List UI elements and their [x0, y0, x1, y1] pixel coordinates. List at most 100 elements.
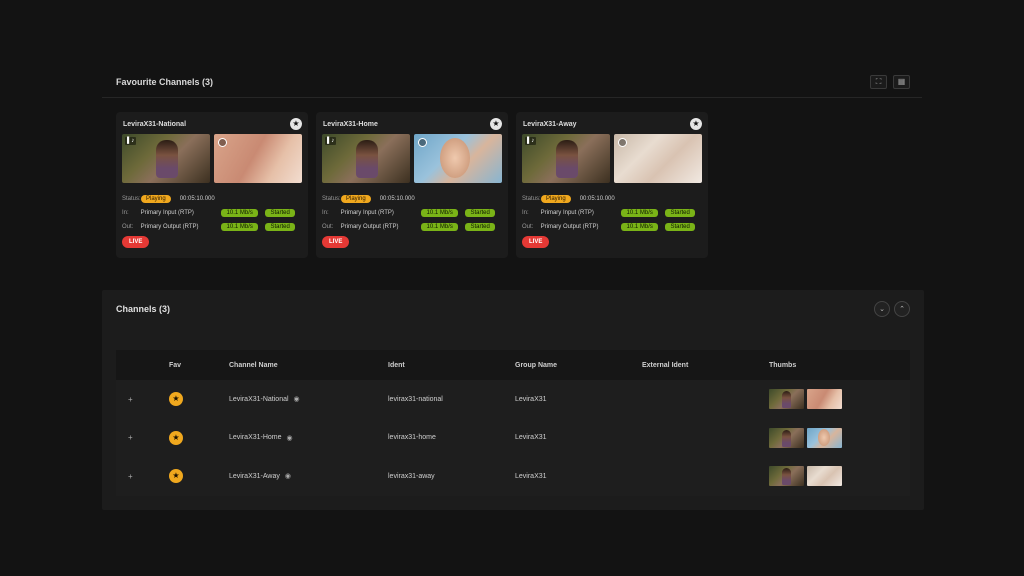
eye-icon[interactable]: ◉: [287, 434, 293, 442]
star-icon[interactable]: ★: [169, 469, 183, 484]
star-icon[interactable]: ★: [490, 118, 502, 130]
expand-row-icon[interactable]: +: [116, 433, 169, 442]
output-state-badge: Started: [465, 222, 495, 231]
channels-table: Fav Channel Name Ident Group Name Extern…: [116, 350, 910, 496]
output-label: Out:: [322, 223, 334, 230]
table-row[interactable]: + ★ LeviraX31-National ◉ levirax31-national L…: [116, 380, 910, 419]
video-thumbnail[interactable]: [769, 466, 804, 487]
favourite-channels-section: Favourite Channels (3) ⛶ ▦ LeviraX31-Nat…: [102, 66, 922, 258]
fullscreen-icon[interactable]: ⛶: [870, 74, 887, 89]
favourites-title: Favourite Channels (3): [116, 76, 214, 87]
column-fav[interactable]: Fav: [169, 362, 229, 369]
output-row: Out: Primary Output (RTP) 10.1 Mb/s Started: [522, 220, 702, 233]
channels-section: Channels (3) ⌄ ⌃ Fav Channel Name Ident …: [102, 290, 924, 510]
output-bitrate-badge: 10.1 Mb/s: [221, 222, 259, 231]
audio-icon: ▌♪: [525, 137, 537, 145]
channels-header: Channels (3) ⌄ ⌃: [102, 290, 924, 328]
status-badge: Playing: [541, 194, 571, 203]
card-channel-name[interactable]: LeviraX31-Home: [323, 121, 378, 128]
star-icon[interactable]: ★: [169, 392, 183, 407]
channels-title: Channels (3): [116, 304, 171, 314]
input-state-badge: Started: [465, 208, 495, 217]
playback-time: 00:05:10.000: [379, 195, 415, 202]
channel-name[interactable]: LeviraX31-Away: [229, 473, 280, 480]
output-label: Out:: [522, 223, 534, 230]
eye-icon[interactable]: ◉: [285, 472, 291, 480]
audio-icon: ▌♪: [125, 137, 137, 145]
video-thumbnail[interactable]: ▌♪: [322, 134, 410, 183]
playback-time: 00:05:10.000: [179, 195, 215, 202]
channel-ident: levirax31-national: [388, 395, 443, 403]
status-badge: Playing: [341, 194, 371, 203]
star-icon[interactable]: ★: [169, 430, 183, 445]
live-badge: LIVE: [122, 236, 150, 248]
video-thumbnail[interactable]: [214, 134, 302, 183]
channel-group: LeviraX31: [515, 472, 547, 480]
output-row: Out: Primary Output (RTP) 10.1 Mb/s Started: [322, 220, 502, 233]
column-ident[interactable]: Ident: [388, 362, 515, 369]
status-label: Status:: [322, 195, 341, 202]
chevron-down-icon[interactable]: ⌄: [874, 301, 890, 317]
audio-icon: ▌♪: [325, 137, 337, 145]
column-thumbs: Thumbs: [769, 361, 797, 369]
video-thumbnail[interactable]: [414, 134, 502, 183]
status-row: Status: Playing 00:05:10.000: [322, 192, 502, 205]
video-thumbnail[interactable]: ▌♪: [522, 134, 610, 183]
output-bitrate-badge: 10.1 Mb/s: [421, 222, 459, 231]
table-row[interactable]: + ★ LeviraX31-Away ◉ levirax31-away LeviraX31: [116, 457, 910, 496]
playback-time: 00:05:10.000: [579, 195, 615, 202]
status-badge: Playing: [141, 194, 171, 203]
channel-name[interactable]: LeviraX31-National: [229, 396, 289, 403]
video-thumbnail[interactable]: [807, 427, 842, 448]
card-channel-name[interactable]: LeviraX31-National: [123, 121, 186, 128]
input-row: In: Primary Input (RTP) 10.1 Mb/s Started: [322, 206, 502, 219]
table-header: Fav Channel Name Ident Group Name Extern…: [116, 350, 910, 380]
favourite-channel-card[interactable]: LeviraX31-National ★ ▌♪ Status: Playing 00:05…: [116, 112, 308, 258]
favourite-channel-card[interactable]: LeviraX31-Home ★ ▌♪ Status: Playing 00:05:10.…: [316, 112, 508, 258]
input-name: Primary Input (RTP): [140, 209, 194, 216]
input-bitrate-badge: 10.1 Mb/s: [221, 208, 259, 217]
star-icon[interactable]: ★: [690, 118, 702, 130]
expand-row-icon[interactable]: +: [116, 472, 169, 481]
input-label: In:: [322, 209, 329, 216]
column-group-name[interactable]: Group Name: [515, 362, 642, 369]
video-thumbnail[interactable]: [769, 389, 804, 410]
channel-name[interactable]: LeviraX31-Home: [229, 434, 282, 441]
output-state-badge: Started: [265, 222, 295, 231]
video-thumbnail[interactable]: [807, 389, 842, 410]
status-label: Status:: [522, 195, 541, 202]
channel-group: LeviraX31: [515, 395, 547, 403]
output-state-badge: Started: [665, 222, 695, 231]
record-icon: [218, 138, 227, 147]
output-name: Primary Output (RTP): [540, 223, 599, 230]
channel-group: LeviraX31: [515, 434, 547, 442]
output-bitrate-badge: 10.1 Mb/s: [621, 222, 659, 231]
video-thumbnail[interactable]: [807, 466, 842, 487]
video-thumbnail[interactable]: [614, 134, 702, 183]
video-thumbnail[interactable]: [769, 427, 804, 448]
input-state-badge: Started: [265, 208, 295, 217]
input-name: Primary Input (RTP): [540, 209, 594, 216]
favourite-channel-card[interactable]: LeviraX31-Away ★ ▌♪ Status: Playing 00:05:10.…: [516, 112, 708, 258]
table-row[interactable]: + ★ LeviraX31-Home ◉ levirax31-home LeviraX31: [116, 418, 910, 457]
expand-row-icon[interactable]: +: [116, 395, 169, 404]
card-channel-name[interactable]: LeviraX31-Away: [523, 121, 577, 128]
status-row: Status: Playing 00:05:10.000: [522, 192, 702, 205]
star-icon[interactable]: ★: [290, 118, 302, 130]
favourites-header: Favourite Channels (3) ⛶ ▦: [102, 66, 922, 98]
live-badge: LIVE: [322, 236, 350, 248]
status-row: Status: Playing 00:05:10.000: [122, 192, 302, 205]
record-icon: [618, 138, 627, 147]
grid-icon[interactable]: ▦: [893, 74, 910, 89]
chevron-up-icon[interactable]: ⌃: [894, 301, 910, 317]
column-external-ident[interactable]: External Ident: [642, 362, 769, 369]
input-bitrate-badge: 10.1 Mb/s: [621, 208, 659, 217]
column-channel-name[interactable]: Channel Name: [229, 362, 388, 369]
input-label: In:: [122, 209, 129, 216]
video-thumbnail[interactable]: ▌♪: [122, 134, 210, 183]
input-row: In: Primary Input (RTP) 10.1 Mb/s Started: [522, 206, 702, 219]
output-row: Out: Primary Output (RTP) 10.1 Mb/s Started: [122, 220, 302, 233]
channel-ident: levirax31-home: [388, 434, 436, 442]
eye-icon[interactable]: ◉: [294, 395, 300, 403]
input-name: Primary Input (RTP): [340, 209, 394, 216]
